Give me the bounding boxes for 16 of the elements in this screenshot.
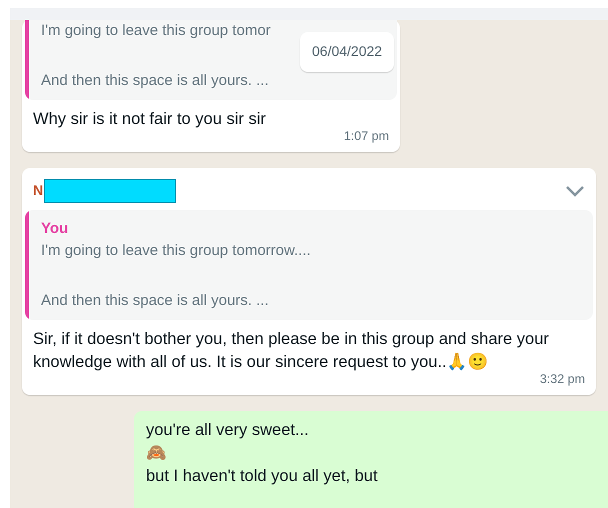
quote-text: And then this space is all yours. ...: [41, 71, 270, 91]
message-time: 3:32 pm: [540, 370, 585, 388]
message-text: Why sir is it not fair to you sir sir: [33, 109, 267, 130]
quote-text: And then this space is all yours. ...: [41, 290, 270, 311]
quote-text: I'm going to leave this group tomor: [41, 21, 271, 41]
chevron-down-icon[interactable]: [565, 184, 585, 197]
quote-author: You: [41, 218, 70, 239]
message-text: 🙈: [146, 442, 168, 464]
message-text: Sir, if it doesn't bother you, then please be in this group and share your knowledge with all of us. It is our sincere request to you..🙏🙂: [33, 328, 550, 373]
quoted-message[interactable]: You I'm going to leave this group tomorrow.... And then this space is all yours. ...: [25, 210, 593, 320]
sender-name: N: [33, 181, 44, 200]
message-text: you're all very sweet...: [146, 420, 310, 440]
message-time: 1:07 pm: [344, 128, 389, 145]
date-pill: 06/04/2022: [300, 32, 394, 72]
quote-text: I'm going to leave this group tomorrow....: [41, 240, 311, 261]
message-text: but I haven't told you all yet, but: [146, 466, 379, 486]
